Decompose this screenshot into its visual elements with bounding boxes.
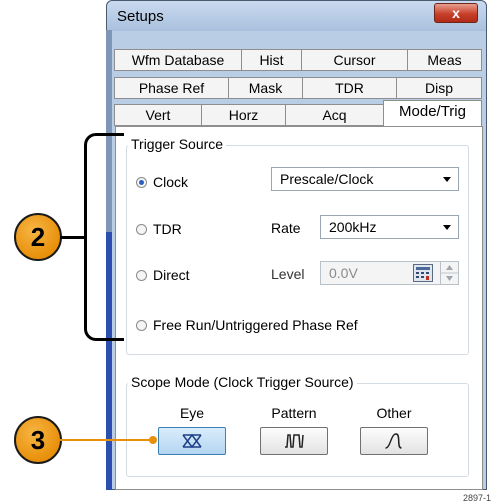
radio-indicator xyxy=(136,269,147,281)
chevron-down-icon xyxy=(443,225,451,230)
tab-wfm-database[interactable]: Wfm Database xyxy=(114,49,242,71)
radio-label: Clock xyxy=(153,174,189,190)
title-bar[interactable]: Setups x xyxy=(107,1,486,31)
tab-tdr[interactable]: TDR xyxy=(302,77,397,99)
radio-tdr[interactable]: TDR xyxy=(136,221,182,237)
radio-clock[interactable]: Clock xyxy=(136,174,188,190)
rate-label: Rate xyxy=(271,220,301,236)
tab-phase-ref[interactable]: Phase Ref xyxy=(114,77,229,99)
tab-vert[interactable]: Vert xyxy=(114,104,202,126)
pattern-mode-button[interactable] xyxy=(260,427,328,455)
level-value: 0.0V xyxy=(329,265,358,281)
mode-trig-panel: Trigger Source Clock Prescale/Clock TDR … xyxy=(115,126,483,490)
radio-free-run[interactable]: Free Run/Untriggered Phase Ref xyxy=(136,317,358,333)
callout-2-badge: 2 xyxy=(14,213,62,261)
tab-meas[interactable]: Meas xyxy=(407,49,482,71)
keypad-icon[interactable] xyxy=(413,264,433,282)
chevron-down-icon xyxy=(443,177,451,182)
tab-acq[interactable]: Acq xyxy=(285,104,384,126)
window-title: Setups xyxy=(117,8,164,25)
radio-label: Free Run/Untriggered Phase Ref xyxy=(153,317,358,333)
trigger-source-bracket xyxy=(84,133,124,341)
radio-direct[interactable]: Direct xyxy=(136,267,190,283)
figure-id: 2897-1 xyxy=(462,493,491,503)
eye-mode-button[interactable] xyxy=(158,427,226,455)
radio-indicator xyxy=(136,223,147,235)
waveform-icon xyxy=(385,433,402,449)
level-label: Level xyxy=(271,266,305,282)
level-spinner[interactable] xyxy=(440,261,459,285)
tab-disp[interactable]: Disp xyxy=(396,77,482,99)
callout-3-pointer xyxy=(149,436,157,444)
eye-diagram-icon xyxy=(182,433,202,449)
callout-3-badge: 3 xyxy=(14,416,62,464)
spinner-arrows-icon xyxy=(441,265,458,281)
scope-mode-title: Scope Mode (Clock Trigger Source) xyxy=(128,374,357,390)
clock-source-value: Prescale/Clock xyxy=(280,171,374,187)
trigger-source-title: Trigger Source xyxy=(128,136,227,152)
tab-horz[interactable]: Horz xyxy=(201,104,286,126)
pattern-icon xyxy=(285,434,304,448)
radio-indicator xyxy=(136,176,147,188)
clock-source-select[interactable]: Prescale/Clock xyxy=(271,167,459,191)
level-input[interactable]: 0.0V xyxy=(320,261,459,285)
radio-label: Direct xyxy=(153,267,190,283)
pattern-mode-label: Pattern xyxy=(271,405,317,421)
rate-value: 200kHz xyxy=(329,219,377,235)
callout-3-connector xyxy=(60,439,152,441)
radio-indicator xyxy=(136,319,147,331)
tab-mask[interactable]: Mask xyxy=(228,77,303,99)
tab-cursor[interactable]: Cursor xyxy=(301,49,408,71)
tab-mode-trig[interactable]: Mode/Trig xyxy=(383,100,482,126)
radio-label: TDR xyxy=(153,221,182,237)
rate-select[interactable]: 200kHz xyxy=(320,215,459,239)
other-mode-button[interactable] xyxy=(360,427,428,455)
eye-mode-label: Eye xyxy=(179,405,205,421)
tab-hist[interactable]: Hist xyxy=(241,49,302,71)
callout-2-connector xyxy=(60,236,86,239)
close-button[interactable]: x xyxy=(434,3,478,23)
other-mode-label: Other xyxy=(376,405,412,421)
